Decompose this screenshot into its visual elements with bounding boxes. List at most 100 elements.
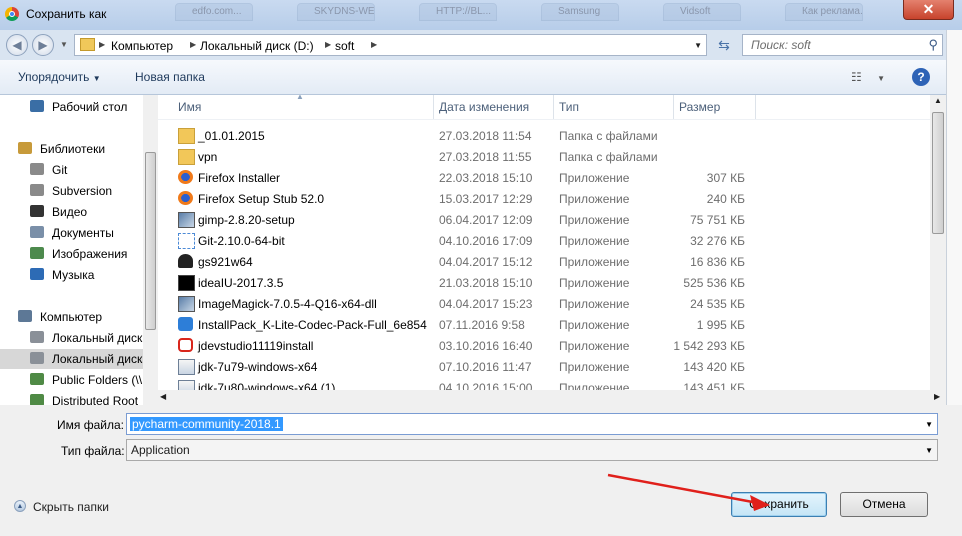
cancel-button[interactable]: Отмена (840, 492, 928, 517)
navigation-pane[interactable]: Рабочий стол Библиотеки Git Subversion Видео… (0, 95, 159, 405)
filetype-select[interactable]: Application ▼ (126, 439, 938, 461)
chevron-down-icon[interactable]: ▼ (925, 446, 933, 455)
nav-item-label: Компьютер (40, 310, 103, 324)
file-row[interactable]: ideaIU-2017.3.5 21.03.2018 15:10 Приложени… (158, 272, 930, 293)
view-options-button[interactable]: ☷ ▼ (851, 70, 885, 84)
nav-item[interactable]: Git (0, 160, 146, 180)
file-type: Папка с файлами (559, 150, 658, 164)
column-header-size[interactable]: Размер (679, 100, 720, 114)
column-header-name[interactable]: Имя (178, 100, 201, 114)
computer-icon (18, 310, 32, 322)
file-size: 75 751 КБ (690, 213, 745, 227)
scroll-left-icon[interactable]: ◀ (160, 392, 166, 401)
nav-item[interactable]: Локальный диск (0, 349, 146, 369)
column-header-type[interactable]: Тип (559, 100, 579, 114)
organize-button[interactable]: Упорядочить ▼ (18, 70, 101, 84)
file-name: ImageMagick-7.0.5-4-Q16-x64-dll (198, 297, 377, 311)
breadcrumb-separator-icon[interactable]: ▶ (190, 40, 196, 49)
nav-item[interactable]: Компьютер (0, 307, 146, 327)
close-button[interactable]: ✕ (903, 0, 954, 20)
file-name: gimp-2.8.20-setup (198, 213, 295, 227)
drive-icon (30, 352, 44, 364)
nav-item[interactable]: Видео (0, 202, 146, 222)
download-icon (178, 317, 193, 331)
sort-ascending-icon: ▲ (296, 95, 304, 101)
address-bar[interactable]: ▶ Компьютер ▶ Локальный диск (D:) ▶ soft… (74, 34, 707, 56)
recent-pages-dropdown[interactable]: ▼ (60, 40, 68, 49)
file-row[interactable]: gs921w64 04.04.2017 15:12 Приложение 16 836… (158, 251, 930, 272)
column-divider[interactable] (755, 95, 756, 119)
search-input[interactable]: Поиск: soft ⚲ (742, 34, 943, 56)
file-row[interactable]: InstallPack_K-Lite-Codec-Pack-Full_6e854… (158, 314, 930, 335)
breadcrumb-separator-icon[interactable]: ▶ (99, 40, 105, 49)
nav-item[interactable]: Distributed Root (0, 391, 146, 405)
file-date: 22.03.2018 15:10 (439, 171, 533, 185)
breadcrumb-soft[interactable]: soft (335, 39, 354, 53)
breadcrumb-computer[interactable]: Компьютер (111, 39, 173, 53)
nav-item[interactable]: Документы (0, 223, 146, 243)
file-size: 240 КБ (706, 192, 745, 206)
file-name: InstallPack_K-Lite-Codec-Pack-Full_6e854 (198, 318, 427, 332)
nav-item[interactable]: Библиотеки (0, 139, 146, 159)
file-type: Приложение (559, 360, 630, 374)
filename-input[interactable]: pycharm-community-2018.1 ▼ (126, 413, 938, 435)
file-date: 07.11.2016 9:58 (439, 318, 525, 332)
file-list[interactable]: Имя ▲ Дата изменения Тип Размер _01.01.2… (158, 95, 930, 405)
file-row[interactable]: Firefox Setup Stub 52.0 15.03.2017 12:29 П… (158, 188, 930, 209)
file-list-scrollbar-thumb[interactable] (932, 112, 944, 234)
nav-item[interactable]: Subversion (0, 181, 146, 201)
nav-item-label: Distributed Root (52, 394, 139, 405)
file-row[interactable]: ImageMagick-7.0.5-4-Q16-x64-dll 04.04.201… (158, 293, 930, 314)
toolbar: Упорядочить ▼ Новая папка ☷ ▼ ? (0, 60, 962, 95)
nav-item[interactable]: Локальный диск (0, 328, 146, 348)
column-header-date[interactable]: Дата изменения (439, 100, 529, 114)
file-date: 27.03.2018 11:54 (439, 129, 532, 143)
horizontal-scrollbar[interactable]: ◀ ▶ (158, 390, 946, 405)
breadcrumb-drive[interactable]: Локальный диск (D:) (200, 39, 314, 53)
search-icon[interactable]: ⚲ (928, 37, 938, 53)
file-row[interactable]: jdevstudio11119install 03.10.2016 16:40 Пр… (158, 335, 930, 356)
back-button[interactable]: ◀ (6, 34, 28, 56)
help-button[interactable]: ? (912, 68, 930, 86)
scroll-right-icon[interactable]: ▶ (934, 392, 940, 401)
column-divider[interactable] (673, 95, 674, 119)
background-tab: Vidsoft (663, 3, 741, 21)
column-divider[interactable] (553, 95, 554, 119)
new-folder-button[interactable]: Новая папка (135, 70, 205, 84)
system-drive-icon (30, 331, 44, 343)
file-type: Приложение (559, 171, 630, 185)
file-row[interactable]: vpn 27.03.2018 11:55 Папка с файлами (158, 146, 930, 167)
breadcrumb-separator-icon[interactable]: ▶ (371, 40, 377, 49)
nav-item[interactable]: Музыка (0, 265, 146, 285)
file-row[interactable]: Git-2.10.0-64-bit 04.10.2016 17:09 Приложе… (158, 230, 930, 251)
file-size: 24 535 КБ (690, 297, 745, 311)
file-row[interactable]: Firefox Installer 22.03.2018 15:10 Приложе… (158, 167, 930, 188)
nav-item[interactable]: Public Folders (\\ (0, 370, 146, 390)
file-row[interactable]: _01.01.2015 27.03.2018 11:54 Папка с файла… (158, 125, 930, 146)
background-tab: SKYDNS-WE... (297, 3, 375, 21)
forward-button[interactable]: ▶ (32, 34, 54, 56)
folder-icon (178, 149, 195, 165)
filetype-value: Application (131, 443, 190, 457)
file-row[interactable]: jdk-7u79-windows-x64 07.10.2016 11:47 Прил… (158, 356, 930, 377)
forward-arrow-icon: ▶ (38, 38, 48, 52)
address-dropdown[interactable]: ▼ (694, 41, 702, 50)
documents-icon (30, 226, 44, 238)
file-row[interactable]: gimp-2.8.20-setup 06.04.2017 12:09 Приложе… (158, 209, 930, 230)
nav-item-label: Изображения (52, 247, 128, 261)
nav-item[interactable]: Рабочий стол (0, 97, 146, 117)
filename-value: pycharm-community-2018.1 (130, 417, 283, 431)
chevron-down-icon[interactable]: ▼ (925, 420, 933, 429)
nav-item[interactable]: Изображения (0, 244, 146, 264)
music-icon (30, 268, 44, 280)
file-date: 04.10.2016 17:09 (439, 234, 533, 248)
breadcrumb-separator-icon[interactable]: ▶ (325, 40, 331, 49)
column-divider[interactable] (433, 95, 434, 119)
refresh-icon: ⇆ (718, 37, 730, 53)
nav-scrollbar-thumb[interactable] (145, 152, 156, 330)
file-size: 1 995 КБ (696, 318, 745, 332)
scroll-up-icon[interactable]: ▲ (934, 96, 942, 105)
nav-item-label: Public Folders (\\ (52, 373, 143, 387)
refresh-button[interactable]: ⇆ (710, 34, 738, 56)
nav-item-label: Git (52, 163, 68, 177)
